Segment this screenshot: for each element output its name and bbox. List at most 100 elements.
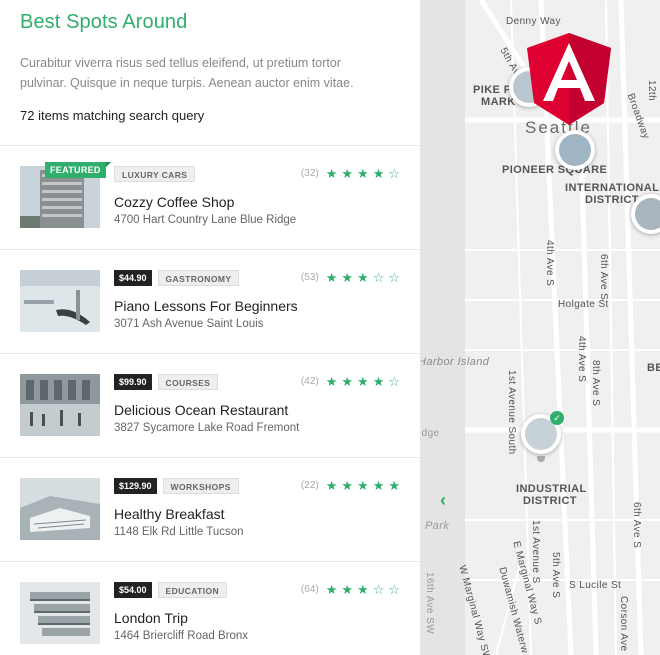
star-filled-icon: ★ <box>325 478 338 493</box>
review-count: (64) <box>300 584 319 595</box>
listing-name[interactable]: Healthy Breakfast <box>114 506 225 522</box>
map-street-label: 12th <box>646 80 657 102</box>
map-area-label: PIKE P <box>473 84 512 96</box>
map-street-label: 6th Ave S <box>598 254 609 301</box>
star-filled-icon: ★ <box>341 166 354 181</box>
star-filled-icon: ★ <box>325 166 338 181</box>
listing-meta: $99.90 COURSES <box>114 374 219 390</box>
star-filled-icon: ★ <box>388 478 400 493</box>
rating: (64) ★ ★ ★ ☆ ☆ <box>301 583 400 596</box>
map-street-label: 1st Avenue S <box>530 520 541 584</box>
map-street-label: Denny Way <box>506 16 561 27</box>
star-filled-icon: ★ <box>357 478 369 493</box>
listing-address: 1464 Briercliff Road Bronx <box>114 630 249 642</box>
marker-image <box>635 198 660 230</box>
review-count: (53) <box>300 272 319 283</box>
map-area-label: MARK <box>481 96 516 108</box>
listing-list: FEATURED LUXURY CARS (32) ★ ★ ★ ★ ☆ Cozz… <box>0 145 420 655</box>
price-badge: $99.90 <box>114 374 152 390</box>
listing-address: 3827 Sycamore Lake Road Fremont <box>114 422 300 434</box>
map-area-label: Harbor Island <box>421 356 490 368</box>
map-street-label: Corson Ave <box>618 596 629 652</box>
star-empty-icon: ☆ <box>388 166 400 181</box>
listing-name[interactable]: Delicious Ocean Restaurant <box>114 402 288 418</box>
price-badge: $129.90 <box>114 478 157 494</box>
rating: (42) ★ ★ ★ ★ ☆ <box>301 375 400 388</box>
listing-address: 3071 Ash Avenue Saint Louis <box>114 318 264 330</box>
review-count: (32) <box>300 168 319 179</box>
category-badge[interactable]: LUXURY CARS <box>114 166 196 182</box>
listing-thumbnail[interactable] <box>20 582 100 644</box>
angular-logo-icon <box>527 33 611 125</box>
listing-meta: $44.90 GASTRONOMY <box>114 270 240 286</box>
star-empty-icon: ☆ <box>372 270 385 285</box>
panel-header: Best Spots Around Curabitur viverra risu… <box>0 0 420 128</box>
listing-thumbnail[interactable] <box>20 374 100 436</box>
chevron-left-icon: ‹ <box>440 489 446 510</box>
map-area-label: DISTRICT <box>523 495 577 507</box>
map-area-label: BE <box>647 362 660 374</box>
listing-meta: $129.90 WORKSHOPS <box>114 478 239 494</box>
star-empty-icon: ☆ <box>388 582 400 597</box>
star-filled-icon: ★ <box>372 374 385 389</box>
star-filled-icon: ★ <box>357 374 369 389</box>
featured-badge: FEATURED <box>45 162 111 178</box>
page-description: Curabitur viverra risus sed tellus eleif… <box>20 56 354 90</box>
star-filled-icon: ★ <box>357 270 369 285</box>
star-filled-icon: ★ <box>372 478 385 493</box>
price-badge: $54.00 <box>114 582 152 598</box>
map-area-label: PIONEER SQUARE <box>502 164 608 176</box>
listing-item[interactable]: $99.90 COURSES (42) ★ ★ ★ ★ ☆ Delicious … <box>0 354 420 458</box>
map-street-label: S Lucile St <box>569 580 622 591</box>
listing-item[interactable]: $54.00 EDUCATION (64) ★ ★ ★ ☆ ☆ London T… <box>0 562 420 655</box>
map-street-label: 8th Ave S <box>590 360 601 407</box>
star-filled-icon: ★ <box>372 166 385 181</box>
star-filled-icon: ★ <box>341 478 354 493</box>
star-empty-icon: ☆ <box>388 270 400 285</box>
listing-name[interactable]: Piano Lessons For Beginners <box>114 298 298 314</box>
review-count: (42) <box>300 376 319 387</box>
rating: (32) ★ ★ ★ ★ ☆ <box>301 167 400 180</box>
map-area-label: INDUSTRIAL <box>516 483 587 495</box>
map-street-label: 4th Ave S <box>576 336 587 383</box>
listing-name[interactable]: London Trip <box>114 610 188 626</box>
map-collapse-toggle[interactable]: ‹ <box>421 466 465 534</box>
map-area-label: DISTRICT <box>585 194 639 206</box>
star-filled-icon: ★ <box>357 166 369 181</box>
category-badge[interactable]: COURSES <box>157 374 219 390</box>
category-badge[interactable]: EDUCATION <box>157 582 228 598</box>
listing-address: 1148 Elk Rd Little Tucson <box>114 526 244 538</box>
map-street-label: 1st Avenue South <box>506 370 517 455</box>
map-street-label: 5th Ave S <box>550 552 561 599</box>
map-street-label: 16th Ave SW <box>424 572 435 635</box>
star-filled-icon: ★ <box>325 582 338 597</box>
map-marker[interactable] <box>555 130 595 170</box>
star-empty-icon: ☆ <box>388 374 400 389</box>
listing-name[interactable]: Cozzy Coffee Shop <box>114 194 234 210</box>
star-filled-icon: ★ <box>341 582 354 597</box>
star-filled-icon: ★ <box>357 582 369 597</box>
listing-thumbnail[interactable] <box>20 478 100 540</box>
listing-item[interactable]: $44.90 GASTRONOMY (53) ★ ★ ★ ☆ ☆ Piano L… <box>0 250 420 354</box>
listing-thumbnail[interactable] <box>20 270 100 332</box>
map-street-label: Holgate St <box>558 299 609 310</box>
map-area-label: INTERNATIONAL <box>565 182 660 194</box>
page-title: Best Spots Around <box>20 11 188 33</box>
listing-item[interactable]: $129.90 WORKSHOPS (22) ★ ★ ★ ★ ★ Healthy… <box>0 458 420 562</box>
rating: (22) ★ ★ ★ ★ ★ <box>301 479 400 492</box>
category-badge[interactable]: WORKSHOPS <box>162 478 239 494</box>
listing-item[interactable]: FEATURED LUXURY CARS (32) ★ ★ ★ ★ ☆ Cozz… <box>0 146 420 250</box>
listing-meta: $54.00 EDUCATION <box>114 582 228 598</box>
price-badge: $44.90 <box>114 270 152 286</box>
map-marker[interactable]: ✓ <box>521 411 564 462</box>
map-street-label: 4th Ave S <box>544 240 555 287</box>
listing-meta: LUXURY CARS <box>114 166 196 182</box>
result-count: 72 items matching search query <box>20 108 205 123</box>
category-badge[interactable]: GASTRONOMY <box>157 270 240 286</box>
star-filled-icon: ★ <box>325 270 338 285</box>
map-street-label: idge <box>421 428 440 439</box>
map-street-label: 6th Ave S <box>631 502 642 549</box>
verified-icon: ✓ <box>550 411 564 425</box>
results-panel: Best Spots Around Curabitur viverra risu… <box>0 0 421 655</box>
star-empty-icon: ☆ <box>372 582 385 597</box>
